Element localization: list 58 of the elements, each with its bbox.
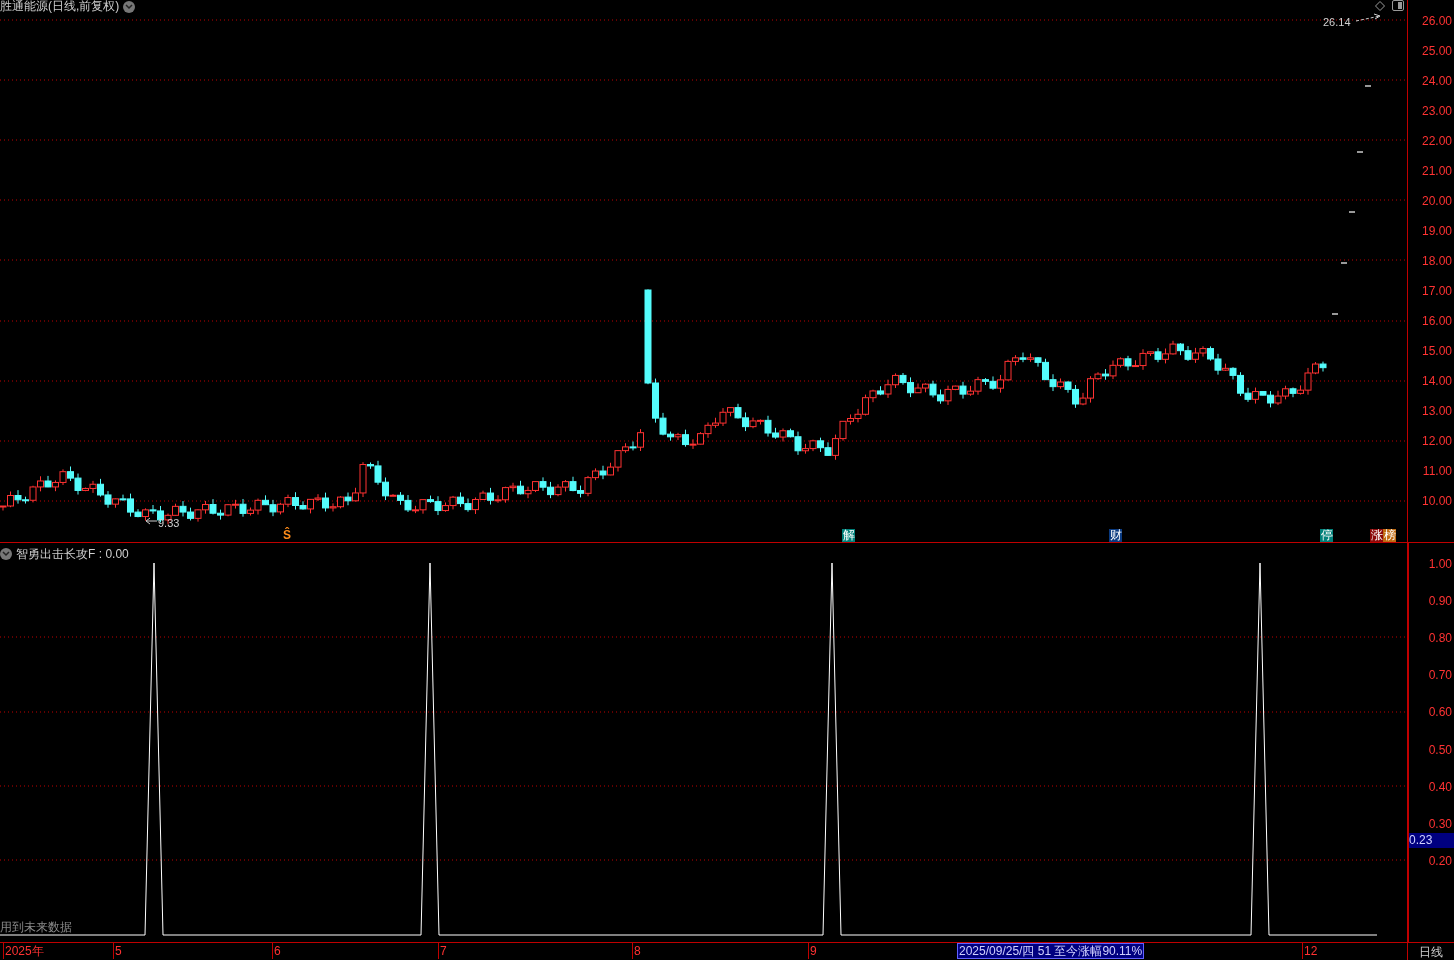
axis-label: 21.00 <box>1421 163 1452 180</box>
axis-label: 15.00 <box>1421 343 1452 360</box>
current-value-label: 0.23 <box>1409 833 1454 848</box>
axis-label: 16.00 <box>1421 313 1452 330</box>
event-marker[interactable]: 解 <box>842 529 855 542</box>
event-marker[interactable]: 涨 <box>1370 529 1383 542</box>
price-reading: 26.14 <box>1323 15 1351 30</box>
axis-label: 0.30 <box>1428 815 1452 833</box>
panel-icon[interactable] <box>1392 0 1404 11</box>
axis-label: 24.00 <box>1421 73 1452 90</box>
axis-label: 0.80 <box>1428 630 1452 648</box>
indicator-title: 智勇出击长攻F : 0.00 <box>16 546 129 563</box>
event-marker[interactable]: 财 <box>1109 529 1122 542</box>
projection-mark <box>1356 151 1364 153</box>
axis-label: 26.00 <box>1421 13 1452 30</box>
time-label: 7 <box>438 943 447 959</box>
notice-text: 用到未来数据 <box>0 920 72 934</box>
axis-label: 17.00 <box>1421 283 1452 300</box>
axis-label: 22.00 <box>1421 133 1452 150</box>
chevron-down-icon[interactable] <box>0 548 12 560</box>
axis-label: 12.00 <box>1421 433 1452 450</box>
axis-label: 23.00 <box>1421 103 1452 120</box>
chevron-down-icon[interactable] <box>123 0 136 13</box>
arrow-icon <box>1355 13 1381 22</box>
chart-title: 胜通能源(日线,前复权) <box>0 0 120 13</box>
projection-mark <box>1364 85 1372 87</box>
time-label: 9 <box>808 943 817 959</box>
axis-label: 0.50 <box>1428 741 1452 759</box>
diamond-icon[interactable] <box>1375 1 1385 11</box>
time-label: 8 <box>632 943 641 959</box>
price-reading: 9.33 <box>158 516 180 531</box>
axis-label: 19.00 <box>1421 223 1452 240</box>
axis-label: 0.40 <box>1428 778 1452 796</box>
axis-label: 20.00 <box>1421 193 1452 210</box>
axis-label: 13.00 <box>1421 403 1452 420</box>
period-label[interactable]: 日线 <box>1419 942 1443 960</box>
time-label: 12 <box>1302 943 1318 959</box>
time-label: 6 <box>272 943 281 959</box>
projection-mark <box>1348 211 1356 213</box>
axis-label: 11.00 <box>1422 463 1452 480</box>
axis-label: 1.00 <box>1428 556 1452 573</box>
axis-label: 14.00 <box>1421 373 1452 390</box>
axis-label: 0.70 <box>1428 667 1452 685</box>
axis-label: 0.60 <box>1428 704 1452 722</box>
event-marker[interactable]: 停 <box>1320 529 1333 542</box>
axis-label: 0.20 <box>1428 852 1452 870</box>
axis-label: 25.00 <box>1421 43 1452 60</box>
arrow-icon <box>145 517 158 525</box>
status-readout: 2025/09/25/四 51 至今涨幅90.11% <box>957 943 1145 959</box>
time-label: 5 <box>113 943 122 959</box>
axis-label: 0.90 <box>1428 593 1452 611</box>
event-marker[interactable]: Ŝ <box>283 528 291 542</box>
projection-mark <box>1340 262 1348 264</box>
axis-label: 10.00 <box>1421 493 1452 510</box>
event-marker[interactable]: 榜 <box>1383 529 1396 542</box>
axis-label: 18.00 <box>1421 253 1452 270</box>
projection-mark <box>1331 313 1339 315</box>
time-label: 2025年 <box>3 943 44 959</box>
